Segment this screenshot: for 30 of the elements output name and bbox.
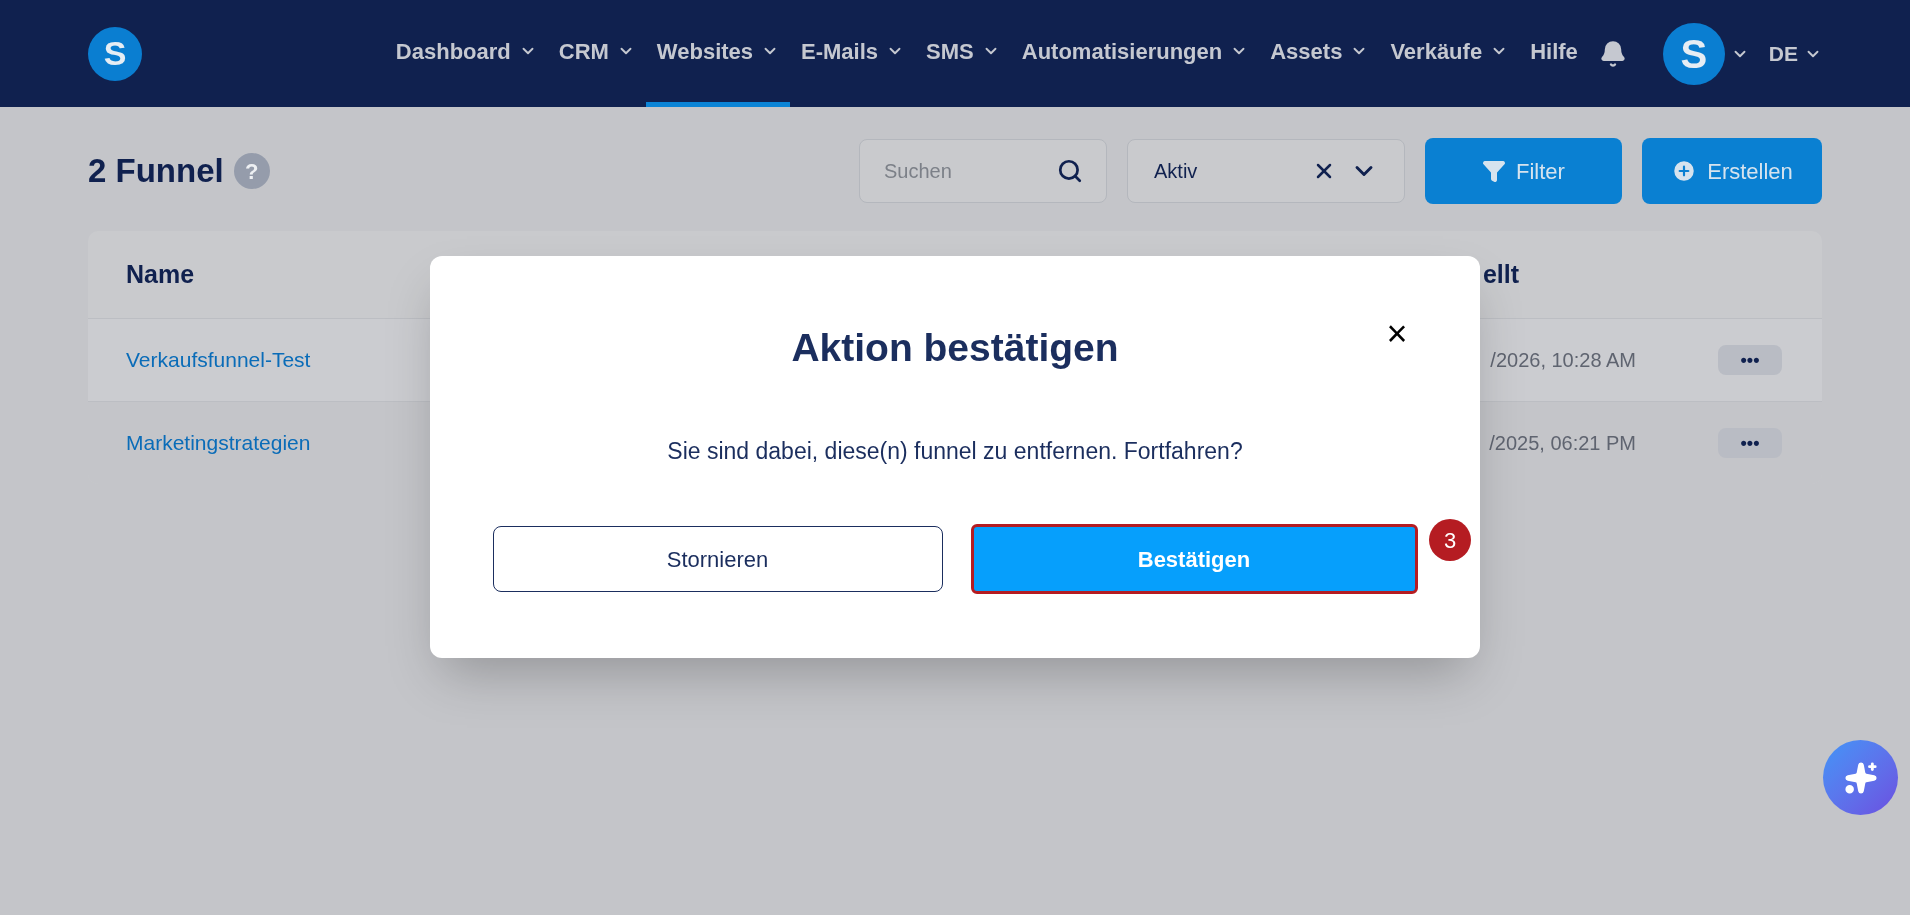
step-badge: 3 [1429, 519, 1471, 561]
user-avatar[interactable]: S [1662, 22, 1725, 85]
dialog-message: Sie sind dabei, diese(n) funnel zu entfernen. Fortfahren? [667, 436, 1243, 466]
sparkles-icon [1843, 760, 1878, 795]
search-field[interactable]: Suchen [859, 139, 1107, 203]
page-title: 2 Funnel [88, 151, 224, 192]
nav-tab[interactable]: CRM [547, 0, 646, 107]
status-select[interactable]: Aktiv [1127, 139, 1405, 203]
column-header: Name [125, 258, 195, 290]
cancel-button[interactable]: Stornieren [492, 526, 943, 592]
language-selector[interactable]: DE [1768, 37, 1798, 70]
table-cell-text: /2026, 10:28 AM [1490, 348, 1636, 373]
dialog-title: Aktion bestätigen [791, 325, 1119, 371]
filter-icon [1482, 159, 1507, 183]
nav-tab[interactable]: Dashboard [384, 0, 548, 107]
search-icon[interactable] [1057, 158, 1083, 184]
column-header: ellt [1482, 258, 1519, 290]
nav-tab[interactable]: Verkäufe [1379, 0, 1520, 107]
nav-tab[interactable]: Assets [1259, 0, 1380, 107]
row-menu-button[interactable]: ••• [1718, 345, 1782, 375]
row-menu-button[interactable]: ••• [1718, 428, 1782, 458]
nav-tab[interactable]: SMS [915, 0, 1011, 107]
nav-tab[interactable]: Automatisierungen [1010, 0, 1260, 107]
bell-icon[interactable] [1598, 39, 1627, 68]
nav-tab[interactable]: Hilfe [1519, 0, 1589, 107]
close-button[interactable]: × [1382, 319, 1412, 349]
nav-tab[interactable]: E-Mails [790, 0, 916, 107]
nav-tab[interactable]: Websites [645, 0, 791, 107]
app-logo[interactable]: S [88, 26, 142, 81]
table-cell-text: /2025, 06:21 PM [1489, 431, 1636, 456]
